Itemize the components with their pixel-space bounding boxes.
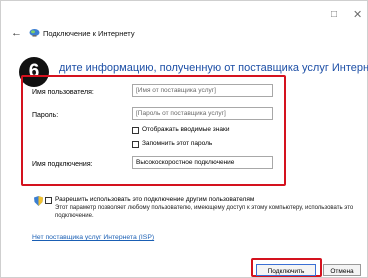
connect-button[interactable]: Подключить bbox=[256, 264, 316, 276]
share-connection-label: Разрешить использовать это подключение д… bbox=[55, 196, 255, 203]
share-connection-checkbox[interactable] bbox=[45, 197, 52, 204]
connection-name-label: Имя подключения: bbox=[32, 161, 93, 168]
remember-password-label: Запомнить этот пароль bbox=[142, 140, 213, 147]
username-label: Имя пользователя: bbox=[32, 89, 94, 96]
minimize-button[interactable]: □ bbox=[331, 9, 337, 21]
no-isp-link[interactable]: Нет поставщика услуг Интернета (ISP) bbox=[32, 234, 154, 241]
shield-icon bbox=[34, 196, 43, 206]
connection-name-input[interactable] bbox=[132, 156, 273, 169]
network-icon bbox=[29, 29, 40, 37]
remember-password-checkbox[interactable] bbox=[132, 141, 139, 148]
show-chars-label: Отображать вводимые знаки bbox=[142, 126, 230, 133]
password-input[interactable] bbox=[132, 107, 273, 120]
page-heading: дите информацию, полученную от поставщик… bbox=[59, 62, 368, 74]
share-connection-description: Этот параметр позволяет любому пользоват… bbox=[55, 205, 354, 219]
close-button[interactable]: ✕ bbox=[353, 9, 362, 21]
connect-to-internet-window: □ ✕ ← Подключение к Интернету дите инфор… bbox=[0, 0, 368, 278]
cancel-button[interactable]: Отмена bbox=[323, 264, 361, 276]
back-arrow-button[interactable]: ← bbox=[11, 27, 22, 39]
show-chars-checkbox[interactable] bbox=[132, 127, 139, 134]
password-label: Пароль: bbox=[32, 112, 59, 119]
username-input[interactable] bbox=[132, 84, 273, 97]
wizard-title: Подключение к Интернету bbox=[43, 29, 135, 38]
